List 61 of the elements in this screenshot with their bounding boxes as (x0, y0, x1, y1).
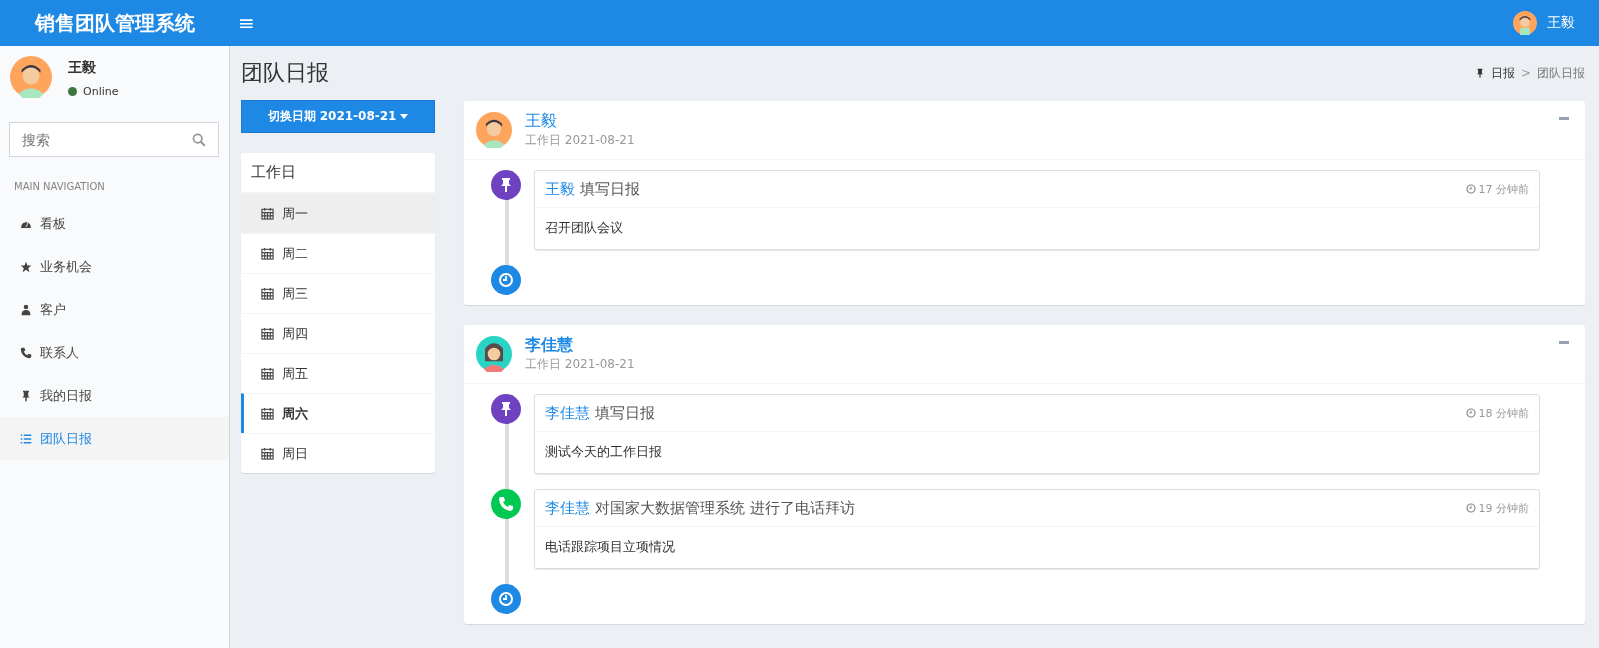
list-icon (20, 432, 32, 445)
user-name[interactable]: 王毅 (1547, 14, 1575, 32)
nav-item[interactable]: 客户 (0, 288, 229, 331)
member-name[interactable]: 李佳慧 (525, 335, 635, 356)
clock-icon (1465, 503, 1476, 513)
menu-toggle[interactable]: ≡ (238, 11, 255, 35)
avatar-icon (10, 56, 52, 98)
clock-icon (1465, 408, 1476, 418)
clock-icon (491, 584, 521, 614)
entry-time: 17 分钟前 (1478, 181, 1529, 197)
people-icon (20, 303, 32, 316)
nav-item[interactable]: 团队日报 (0, 417, 229, 460)
entry-time: 18 分钟前 (1478, 405, 1529, 421)
entry-body: 召开团队会议 (544, 219, 624, 237)
entry-time: 19 分钟前 (1478, 500, 1529, 516)
nav-item[interactable]: 我的日报 (0, 374, 229, 417)
entry-title: 李佳慧 填写日报 (545, 403, 655, 423)
nav-item[interactable]: 看板 (0, 202, 229, 245)
calendar-icon (261, 407, 274, 420)
entry-title: 李佳慧 对国家大数据管理系统 进行了电话拜访 (545, 498, 855, 518)
calendar-icon (261, 287, 274, 300)
entry-body: 测试今天的工作日报 (544, 443, 663, 461)
page-title: 团队日报 (241, 59, 329, 87)
calendar-icon (261, 207, 274, 220)
section-label: MAIN NAVIGATION (13, 180, 106, 194)
phone-icon (20, 346, 32, 359)
avatar-icon[interactable] (1513, 11, 1537, 35)
app-logo[interactable]: 销售团队管理系统 (0, 9, 230, 37)
search-field[interactable]: 搜索 (9, 122, 219, 157)
calendar-icon (261, 247, 274, 260)
breadcrumb-separator: > (1520, 66, 1531, 80)
weekday-item[interactable]: 周二 (241, 233, 435, 273)
nav-item[interactable]: 联系人 (0, 331, 229, 374)
pin-icon (20, 389, 32, 402)
member-name[interactable]: 王毅 (525, 111, 635, 132)
nav-item[interactable]: 业务机会 (0, 245, 229, 288)
caret-icon (400, 114, 409, 119)
breadcrumb-link[interactable]: 日报 (1490, 64, 1515, 82)
report-date: 工作日 2021-08-21 (525, 356, 635, 373)
clock-icon (1465, 184, 1476, 194)
entry-body: 电话跟踪项目立项情况 (544, 538, 676, 556)
weekday-item[interactable]: 周三 (241, 273, 435, 313)
status-text: Online (83, 85, 119, 98)
avatar-icon (476, 112, 512, 148)
weekday-item[interactable]: 周四 (241, 313, 435, 353)
clock-icon (491, 265, 521, 295)
avatar-icon (476, 336, 512, 372)
calendar-icon (261, 367, 274, 380)
weekday-item[interactable]: 周五 (241, 353, 435, 393)
status-dot (68, 87, 77, 96)
entry-title: 王毅 填写日报 (545, 179, 640, 199)
weekday-item[interactable]: 周日 (241, 433, 435, 473)
calendar-icon (261, 327, 274, 340)
calendar-icon (261, 447, 274, 460)
weekday-item[interactable]: 周六 (241, 393, 435, 433)
search-icon[interactable] (192, 133, 206, 147)
star-icon (20, 260, 32, 273)
weekday-item[interactable]: 周一 (241, 193, 435, 233)
user-name: 王毅 (68, 59, 97, 77)
report-date: 工作日 2021-08-21 (525, 132, 635, 149)
date-switch-button[interactable]: 切换日期 2021-08-21 (241, 100, 435, 133)
